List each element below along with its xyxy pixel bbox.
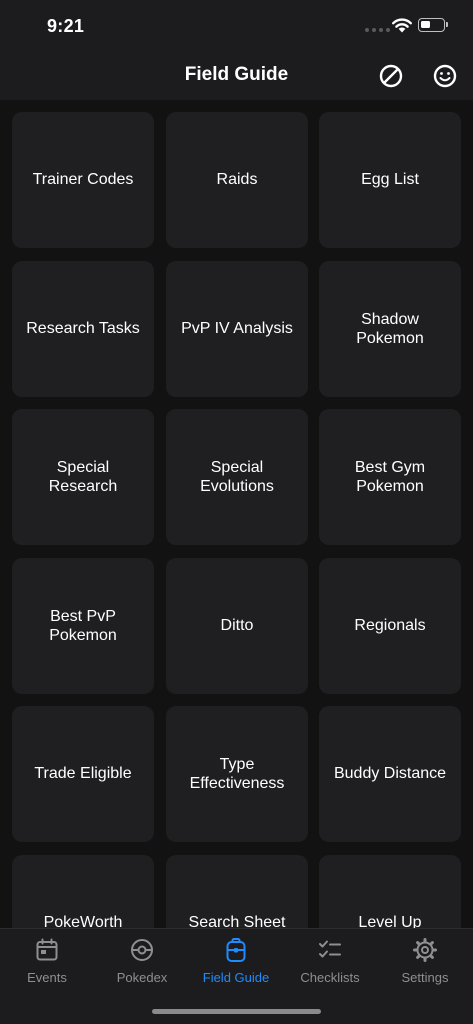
field-guide-grid: Trainer Codes Raids Egg List Research Ta… (0, 100, 473, 928)
tile-level-up[interactable]: Level Up (319, 855, 461, 928)
tile-research-tasks[interactable]: Research Tasks (12, 261, 154, 397)
status-time: 9:21 (47, 16, 85, 36)
cellular-signal-icon (365, 28, 390, 32)
tile-type-effectiveness[interactable]: Type Effectiveness (166, 706, 308, 842)
tile-regionals[interactable]: Regionals (319, 558, 461, 694)
backpack-icon (226, 938, 246, 962)
block-icon[interactable] (377, 62, 405, 90)
tile-best-gym-pokemon[interactable]: Best Gym Pokemon (319, 409, 461, 545)
tab-label: Field Guide (202, 970, 270, 985)
navigation-bar: Field Guide (0, 52, 473, 100)
tile-egg-list[interactable]: Egg List (319, 112, 461, 248)
tile-best-pvp-pokemon[interactable]: Best PvP Pokemon (12, 558, 154, 694)
pokeball-icon (131, 939, 153, 961)
tile-trade-eligible[interactable]: Trade Eligible (12, 706, 154, 842)
tab-field-guide[interactable]: Field Guide (189, 935, 283, 989)
tile-buddy-distance[interactable]: Buddy Distance (319, 706, 461, 842)
tile-raids[interactable]: Raids (166, 112, 308, 248)
tile-pokeworth[interactable]: PokeWorth (12, 855, 154, 928)
checklist-icon (319, 940, 341, 958)
tab-checklists[interactable]: Checklists (283, 935, 377, 989)
tab-label: Pokedex (116, 970, 168, 985)
gear-icon (413, 938, 437, 962)
calendar-icon (36, 938, 58, 961)
tab-label: Events (27, 970, 67, 985)
battery-icon (418, 18, 448, 32)
tile-ditto[interactable]: Ditto (166, 558, 308, 694)
home-indicator (152, 1009, 321, 1014)
tile-search-sheet[interactable]: Search Sheet (166, 855, 308, 928)
tab-label: Settings (401, 970, 449, 985)
tab-pokedex[interactable]: Pokedex (95, 935, 189, 989)
tab-settings[interactable]: Settings (378, 935, 472, 989)
tile-special-evolutions[interactable]: Special Evolutions (166, 409, 308, 545)
tile-special-research[interactable]: Special Research (12, 409, 154, 545)
wifi-icon (392, 18, 412, 33)
tile-pvp-iv-analysis[interactable]: PvP IV Analysis (166, 261, 308, 397)
tab-events[interactable]: Events (0, 935, 94, 989)
status-bar: 9:21 (0, 0, 473, 52)
tile-trainer-codes[interactable]: Trainer Codes (12, 112, 154, 248)
tile-shadow-pokemon[interactable]: Shadow Pokemon (319, 261, 461, 397)
tab-label: Checklists (300, 970, 360, 985)
smiley-icon[interactable] (431, 62, 459, 90)
